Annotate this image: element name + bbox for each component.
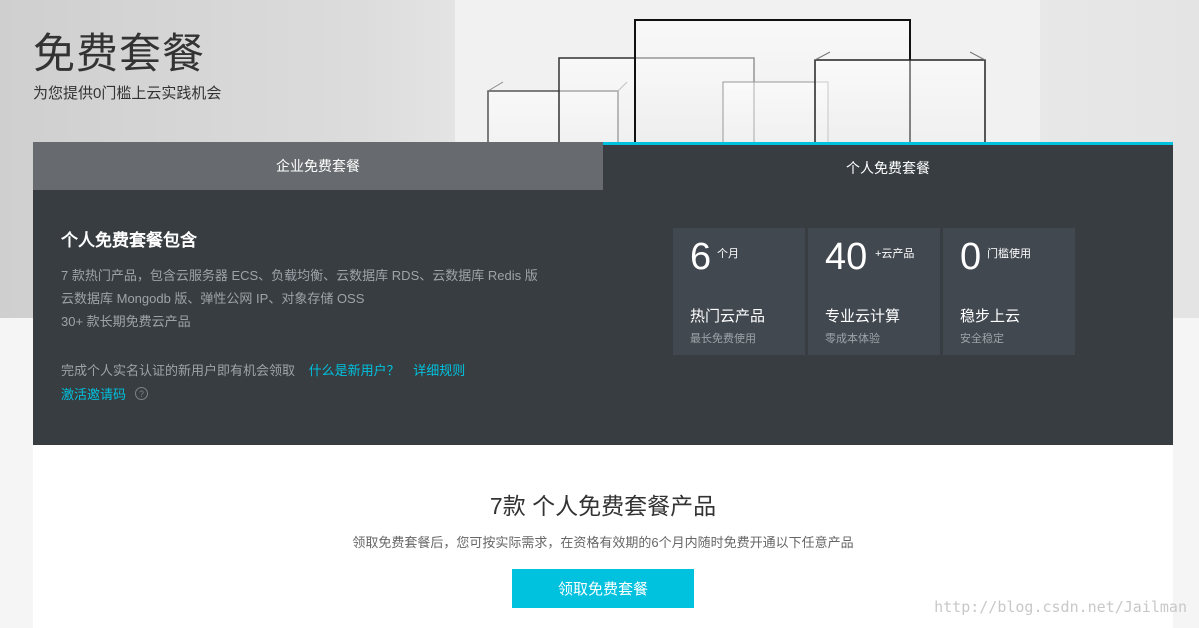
invite-code-row: 激活邀请码 ? — [61, 384, 149, 403]
personal-plan-panel: 个人免费套餐包含 7 款热门产品，包含云服务器 ECS、负载均衡、云数据库 RD… — [33, 190, 1173, 445]
stat-desc: 零成本体验 — [825, 333, 880, 345]
stats-cards: 6 个月 热门云产品 最长免费使用 40 +云产品 专业云计算 零成本体验 0 … — [673, 228, 1075, 355]
stat-number: 40 — [825, 236, 868, 278]
claim-free-plan-button[interactable]: 领取免费套餐 — [512, 569, 694, 608]
what-is-new-user-link[interactable]: 什么是新用户？ — [309, 363, 400, 378]
stat-desc: 最长免费使用 — [690, 333, 756, 345]
stat-name: 热门云产品 — [690, 308, 766, 325]
stat-unit: 门槛使用 — [987, 248, 1031, 260]
eligibility-note: 完成个人实名认证的新用户即有机会领取 什么是新用户？ 详细规则 — [61, 360, 465, 379]
tab-personal-free-plan[interactable]: 个人免费套餐 — [603, 142, 1173, 190]
detailed-rules-link[interactable]: 详细规则 — [413, 363, 465, 378]
plan-contents-line: 7 款热门产品，包含云服务器 ECS、负载均衡、云数据库 RDS、云数据库 Re… — [61, 268, 538, 283]
stat-card: 0 门槛使用 稳步上云 安全稳定 — [943, 228, 1075, 355]
eligibility-text: 完成个人实名认证的新用户即有机会领取 — [61, 363, 296, 378]
page-title: 免费套餐 — [33, 30, 206, 77]
stat-card: 40 +云产品 专业云计算 零成本体验 — [808, 228, 940, 355]
stat-unit: 个月 — [717, 248, 739, 260]
plan-contents-line: 30+ 款长期免费云产品 — [61, 314, 191, 329]
question-circle-icon[interactable]: ? — [135, 387, 149, 400]
plan-contents-line: 云数据库 Mongodb 版、弹性公网 IP、对象存储 OSS — [61, 291, 365, 306]
page-subtitle: 为您提供0门槛上云实践机会 — [33, 85, 222, 102]
stat-desc: 安全稳定 — [960, 333, 1004, 345]
products-description: 领取免费套餐后，您可按实际需求，在资格有效期的6个月内随时免费开通以下任意产品 — [352, 535, 854, 550]
stat-unit: +云产品 — [875, 248, 915, 260]
stat-card: 6 个月 热门云产品 最长免费使用 — [673, 228, 805, 355]
watermark: http://blog.csdn.net/Jailman — [934, 598, 1187, 616]
stat-name: 专业云计算 — [825, 308, 901, 325]
panel-title: 个人免费套餐包含 — [61, 231, 197, 250]
stat-number: 6 — [690, 236, 712, 278]
activate-invite-code-link[interactable]: 激活邀请码 — [61, 384, 126, 403]
stat-number: 0 — [960, 236, 982, 278]
products-title: 7款 个人免费套餐产品 — [489, 493, 717, 519]
plan-tabs: 企业免费套餐 个人免费套餐 — [33, 142, 1173, 190]
tab-enterprise-free-plan[interactable]: 企业免费套餐 — [33, 142, 603, 190]
stat-name: 稳步上云 — [960, 308, 1021, 325]
plan-contents-list: 7 款热门产品，包含云服务器 ECS、负载均衡、云数据库 RDS、云数据库 Re… — [61, 264, 538, 333]
